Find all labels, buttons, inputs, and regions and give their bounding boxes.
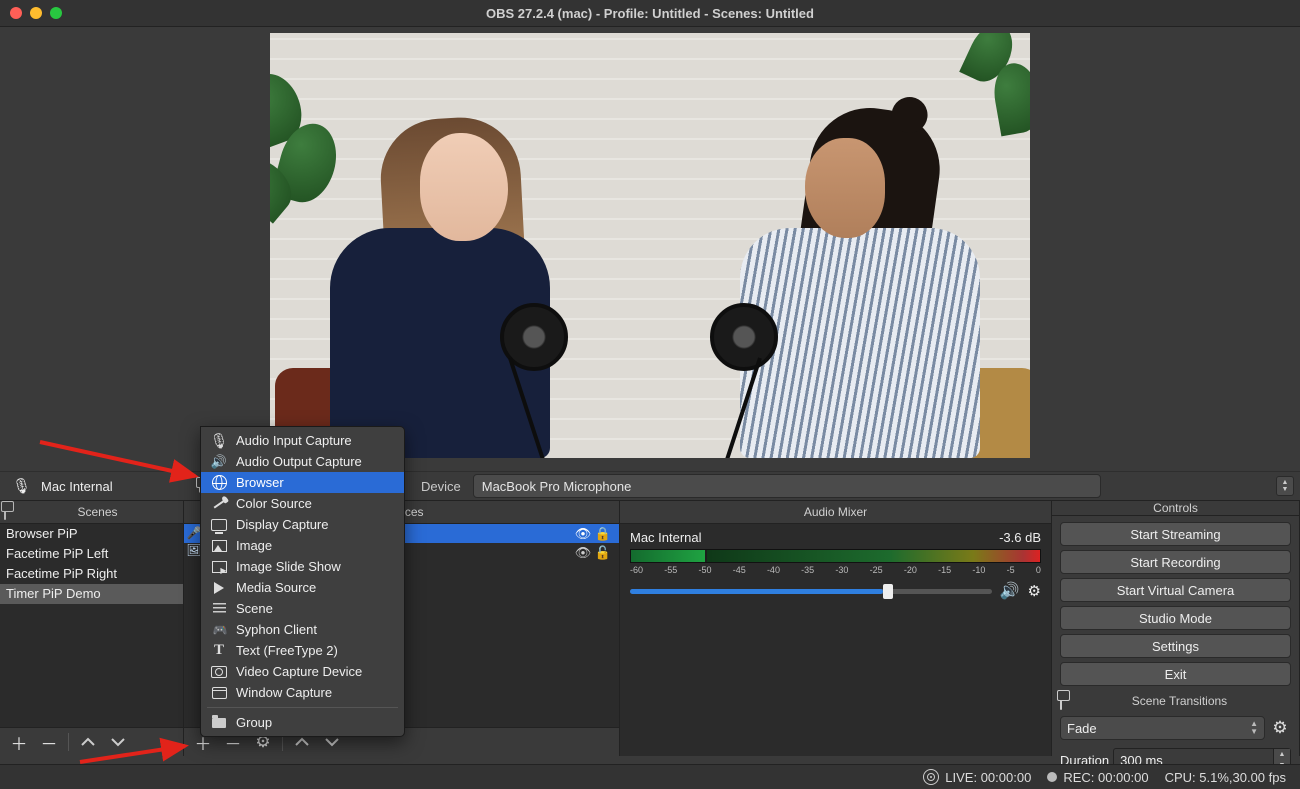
source-type-window-capture[interactable]: Window Capture xyxy=(201,682,404,703)
maximize-window-button[interactable] xyxy=(50,7,62,19)
scenes-list[interactable]: Browser PiPFacetime PiP LeftFacetime PiP… xyxy=(0,524,183,604)
source-type-media-source[interactable]: Media Source xyxy=(201,577,404,598)
speaker-icon: 🔊 xyxy=(211,454,227,470)
device-select-value: MacBook Pro Microphone xyxy=(482,479,632,494)
scene-list-item[interactable]: Browser PiP xyxy=(0,524,183,544)
globe-icon xyxy=(211,475,227,491)
window-icon xyxy=(211,685,227,701)
titlebar: OBS 27.2.4 (mac) - Profile: Untitled - S… xyxy=(0,0,1300,27)
device-select-stepper[interactable]: ▲▼ xyxy=(1276,476,1294,496)
exit-button[interactable]: Exit xyxy=(1060,662,1291,686)
audio-mixer-title: Audio Mixer xyxy=(620,505,1051,519)
folder-icon xyxy=(211,715,227,731)
vu-ticks: -60-55-50-45-40-35-30-25-20-15-10-50 xyxy=(630,565,1041,575)
start-streaming-button[interactable]: Start Streaming xyxy=(1060,522,1291,546)
cpu-status: CPU: 5.1%,30.00 fps xyxy=(1165,770,1286,785)
record-icon xyxy=(1047,772,1057,782)
source-type-video-capture-device[interactable]: Video Capture Device xyxy=(201,661,404,682)
monitor-icon xyxy=(211,517,227,533)
mute-button[interactable]: 🔊 xyxy=(1000,581,1020,601)
transition-settings-button[interactable]: ⚙ xyxy=(1269,716,1291,740)
window-controls xyxy=(10,7,62,19)
docks: Scenes Browser PiPFacetime PiP LeftFacet… xyxy=(0,501,1300,756)
program-preview[interactable] xyxy=(270,33,1030,458)
add-source-context-menu[interactable]: 🎙Audio Input Capture🔊Audio Output Captur… xyxy=(200,426,405,737)
studio-mode-button[interactable]: Studio Mode xyxy=(1060,606,1291,630)
audio-mixer-dock: Audio Mixer Mac Internal -3.6 dB -60-55-… xyxy=(620,501,1052,756)
mixer-level-db: -3.6 dB xyxy=(999,530,1041,545)
camera-icon xyxy=(211,664,227,680)
source-type-browser[interactable]: Browser xyxy=(201,472,404,493)
source-type-color-source[interactable]: Color Source xyxy=(201,493,404,514)
scenes-dock: Scenes Browser PiPFacetime PiP LeftFacet… xyxy=(0,501,184,756)
start-virtual-camera-button[interactable]: Start Virtual Camera xyxy=(1060,578,1291,602)
annotation-arrow xyxy=(80,740,200,773)
source-type-display-capture[interactable]: Display Capture xyxy=(201,514,404,535)
device-label: Device xyxy=(413,479,469,494)
source-type-syphon-client[interactable]: 🎮Syphon Client xyxy=(201,619,404,640)
live-status: LIVE: 00:00:00 xyxy=(923,769,1031,785)
visibility-toggle-icon[interactable]: 👁 xyxy=(573,545,593,561)
start-recording-button[interactable]: Start Recording xyxy=(1060,550,1291,574)
source-type-audio-output-capture[interactable]: 🔊Audio Output Capture xyxy=(201,451,404,472)
lock-toggle-icon[interactable]: 🔓 xyxy=(593,545,613,561)
device-select[interactable]: MacBook Pro Microphone xyxy=(473,474,1101,498)
source-type-image-slide-show[interactable]: Image Slide Show xyxy=(201,556,404,577)
source-type-image[interactable]: Image xyxy=(201,535,404,556)
vu-meter xyxy=(630,549,1041,563)
settings-button[interactable]: Settings xyxy=(1060,634,1291,658)
controller-icon: 🎮 xyxy=(211,622,227,638)
controls-title: Controls xyxy=(1052,501,1299,515)
scene-list-item[interactable]: Timer PiP Demo xyxy=(0,584,183,604)
lock-toggle-icon[interactable]: 🔒 xyxy=(593,526,613,542)
window-title: OBS 27.2.4 (mac) - Profile: Untitled - S… xyxy=(0,6,1300,21)
source-type-group[interactable]: Group xyxy=(201,712,404,733)
close-window-button[interactable] xyxy=(10,7,22,19)
add-scene-button[interactable]: ＋ xyxy=(4,730,34,754)
visibility-toggle-icon[interactable]: 👁 xyxy=(573,526,593,542)
dock-popout-icon[interactable] xyxy=(1060,694,1062,709)
source-type-audio-input-capture[interactable]: 🎙Audio Input Capture xyxy=(201,430,404,451)
image-icon xyxy=(211,538,227,554)
scenes-dock-title: Scenes xyxy=(12,505,183,519)
mic-icon: 🎙 xyxy=(211,433,227,449)
volume-slider[interactable] xyxy=(630,589,992,594)
dock-popout-icon[interactable] xyxy=(4,505,6,519)
preview-area xyxy=(0,27,1300,471)
play-icon xyxy=(211,580,227,596)
list-icon xyxy=(211,601,227,617)
mixer-settings-button[interactable]: ⚙ xyxy=(1028,582,1041,600)
source-type-text-freetype-2-[interactable]: TText (FreeType 2) xyxy=(201,640,404,661)
live-icon xyxy=(923,769,939,785)
slideshow-icon xyxy=(211,559,227,575)
minimize-window-button[interactable] xyxy=(30,7,42,19)
remove-scene-button[interactable]: － xyxy=(34,730,64,754)
annotation-arrow xyxy=(40,434,210,487)
transition-select[interactable]: Fade▲▼ xyxy=(1060,716,1265,740)
scene-list-item[interactable]: Facetime PiP Right xyxy=(0,564,183,584)
source-type-scene[interactable]: Scene xyxy=(201,598,404,619)
microphone-icon: 🎙 xyxy=(12,477,31,495)
mixer-track-name: Mac Internal xyxy=(630,530,702,545)
brush-icon xyxy=(211,496,227,512)
controls-dock: Controls Start Streaming Start Recording S… xyxy=(1052,501,1300,756)
scene-list-item[interactable]: Facetime PiP Left xyxy=(0,544,183,564)
rec-status: REC: 00:00:00 xyxy=(1047,770,1148,785)
text-icon: T xyxy=(211,643,227,659)
transitions-title: Scene Transitions xyxy=(1068,694,1291,708)
